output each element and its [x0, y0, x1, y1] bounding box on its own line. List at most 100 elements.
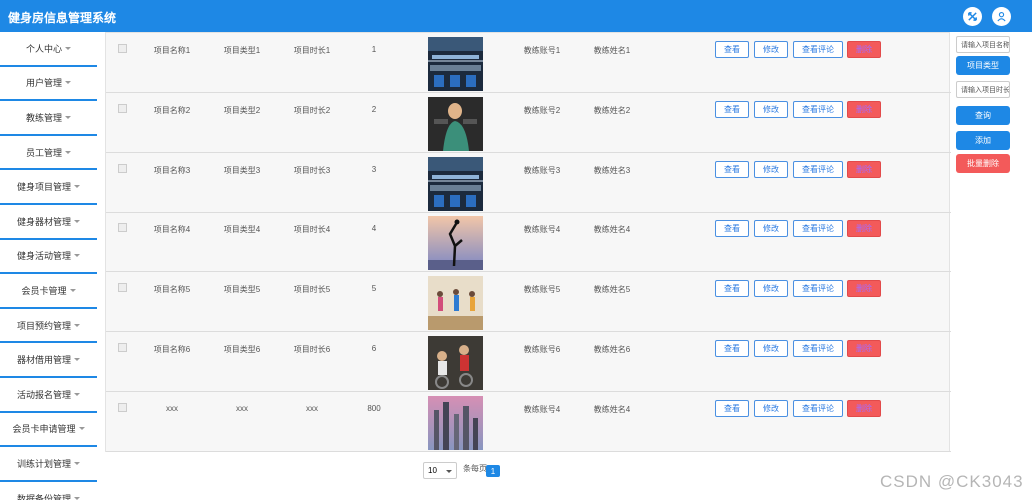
sidebar-item-equipment-borrow[interactable]: 器材借用管理 — [0, 343, 97, 378]
delete-button[interactable]: 删除 — [847, 100, 881, 118]
view-button[interactable]: 查看 — [715, 280, 749, 298]
row-checkbox[interactable] — [118, 103, 127, 113]
project-name-cell: xxx — [166, 403, 178, 413]
chevron-down-icon — [78, 427, 85, 431]
project-type-cell: 项目类型5 — [223, 285, 261, 295]
row-checkbox[interactable] — [118, 44, 127, 53]
sidebar-item-coaches[interactable]: 教练管理 — [0, 101, 97, 136]
per-page-label: 条每页 — [463, 464, 487, 473]
edit-button[interactable]: 修改 — [754, 41, 788, 58]
project-image — [428, 276, 483, 331]
chevron-down-icon — [65, 46, 71, 50]
project-number-cell: 4 — [371, 224, 377, 234]
project-image — [428, 336, 483, 390]
batch-delete-button[interactable]: 批量删除 — [956, 154, 1010, 173]
delete-button[interactable]: 删除 — [847, 220, 881, 238]
edit-button[interactable]: 修改 — [754, 220, 788, 238]
page-button-current[interactable]: 1 — [486, 465, 500, 477]
chevron-down-icon — [74, 219, 80, 223]
project-duration-cell: 项目时长1 — [293, 46, 331, 55]
project-image — [428, 216, 483, 271]
view-comments-button[interactable]: 查看评论 — [793, 340, 843, 357]
table-row: 项目名称5 项目类型5 项目时长5 5 教练账号5 教练姓名5 查看 修改 查看评论 删除 — [106, 272, 951, 333]
view-comments-button[interactable]: 查看评论 — [793, 220, 843, 238]
add-button[interactable]: 添加 — [956, 131, 1010, 150]
view-button[interactable]: 查看 — [715, 41, 749, 58]
edit-button[interactable]: 修改 — [754, 160, 788, 178]
project-number-cell: 5 — [371, 284, 377, 294]
project-type-cell: 项目类型1 — [223, 46, 261, 55]
sidebar-item-staff[interactable]: 员工管理 — [0, 136, 97, 171]
edit-button[interactable]: 修改 — [754, 399, 788, 417]
delete-button[interactable]: 删除 — [847, 280, 881, 298]
edit-button[interactable]: 修改 — [754, 340, 788, 357]
row-checkbox[interactable] — [118, 343, 127, 352]
table-row: 项目名称6 项目类型6 项目时长6 6 教练账号6 教练姓名6 查看 修改 查看评论 删除 — [106, 332, 951, 392]
view-comments-button[interactable]: 查看评论 — [793, 41, 843, 58]
project-duration-cell: 项目时长5 — [293, 285, 331, 295]
view-comments-button[interactable]: 查看评论 — [793, 160, 843, 178]
user-avatar-icon[interactable] — [992, 7, 1011, 26]
row-checkbox[interactable] — [118, 283, 127, 293]
edit-button[interactable]: 修改 — [754, 280, 788, 298]
sidebar-item-activities[interactable]: 健身活动管理 — [0, 240, 97, 275]
coach-account-cell: 教练账号6 — [523, 345, 561, 354]
project-number-cell: 6 — [371, 344, 377, 353]
data-table: 项目名称1 项目类型1 项目时长1 1 教练账号1 教练姓名1 查看 修改 查看评论 删除 项目名称… — [105, 32, 951, 452]
coach-name-cell: 教练姓名4 — [593, 404, 631, 414]
view-button[interactable]: 查看 — [715, 220, 749, 238]
sidebar-item-card-application[interactable]: 会员卡申请管理 — [0, 413, 97, 448]
view-button[interactable]: 查看 — [715, 100, 749, 118]
sidebar-item-fitness-projects[interactable]: 健身项目管理 — [0, 170, 97, 205]
row-checkbox[interactable] — [118, 402, 127, 412]
view-button[interactable]: 查看 — [715, 160, 749, 178]
coach-name-cell: 教练姓名1 — [593, 46, 631, 55]
sidebar-item-personal-center[interactable]: 个人中心 — [0, 32, 97, 67]
project-duration-cell: 项目时长3 — [293, 165, 331, 175]
view-comments-button[interactable]: 查看评论 — [793, 280, 843, 298]
project-type-cell: 项目类型2 — [223, 105, 261, 115]
row-checkbox[interactable] — [118, 223, 127, 233]
project-type-cell: 项目类型3 — [223, 165, 261, 175]
project-number-cell: 2 — [371, 104, 377, 114]
project-duration-cell: 项目时长4 — [293, 225, 331, 235]
table-row: 项目名称3 项目类型3 项目时长3 3 教练账号3 教练姓名3 查看 修改 查看评论 删除 — [106, 153, 951, 213]
search-name-input[interactable]: 请输入项目名称 — [956, 36, 1010, 53]
action-panel: 请输入项目名称 项目类型 请输入项目时长 查询 添加 批量删除 — [955, 32, 1032, 500]
sidebar-item-activity-signup[interactable]: 活动报名管理 — [0, 378, 97, 413]
app-title: 健身房信息管理系统 — [8, 11, 117, 25]
sidebar-item-users[interactable]: 用户管理 — [0, 67, 97, 102]
page-size-select[interactable]: 10 — [423, 462, 457, 479]
delete-button[interactable]: 删除 — [847, 399, 881, 417]
view-button[interactable]: 查看 — [715, 340, 749, 357]
project-type-cell: xxx — [236, 403, 248, 413]
chevron-down-icon — [65, 81, 71, 85]
project-name-cell: 项目名称4 — [153, 225, 191, 235]
view-comments-button[interactable]: 查看评论 — [793, 100, 843, 118]
delete-button[interactable]: 删除 — [847, 160, 881, 178]
sidebar-item-equipment[interactable]: 健身器材管理 — [0, 205, 97, 240]
view-comments-button[interactable]: 查看评论 — [793, 399, 843, 417]
delete-button[interactable]: 删除 — [847, 41, 881, 58]
sidebar-item-data-backup[interactable]: 数据备份管理 — [0, 482, 97, 500]
project-name-cell: 项目名称6 — [153, 345, 191, 354]
project-number-cell: 3 — [371, 164, 377, 174]
project-image — [428, 37, 483, 91]
edit-button[interactable]: 修改 — [754, 100, 788, 118]
coach-name-cell: 教练姓名4 — [593, 225, 631, 235]
project-name-cell: 项目名称1 — [153, 46, 191, 55]
sidebar-item-membership-cards[interactable]: 会员卡管理 — [0, 274, 97, 309]
chevron-down-icon — [74, 254, 80, 258]
row-checkbox[interactable] — [118, 163, 127, 173]
project-type-button[interactable]: 项目类型 — [956, 56, 1010, 75]
chevron-down-icon — [446, 470, 452, 473]
fullscreen-icon[interactable] — [963, 7, 982, 26]
coach-name-cell: 教练姓名3 — [593, 165, 631, 175]
sidebar-item-training-plan[interactable]: 训练计划管理 — [0, 447, 97, 482]
view-button[interactable]: 查看 — [715, 399, 749, 417]
sidebar-item-project-booking[interactable]: 项目预约管理 — [0, 309, 97, 344]
watermark: CSDN @CK3043 — [880, 472, 1024, 491]
delete-button[interactable]: 删除 — [847, 340, 881, 357]
search-duration-input[interactable]: 请输入项目时长 — [956, 81, 1010, 98]
query-button[interactable]: 查询 — [956, 106, 1010, 125]
